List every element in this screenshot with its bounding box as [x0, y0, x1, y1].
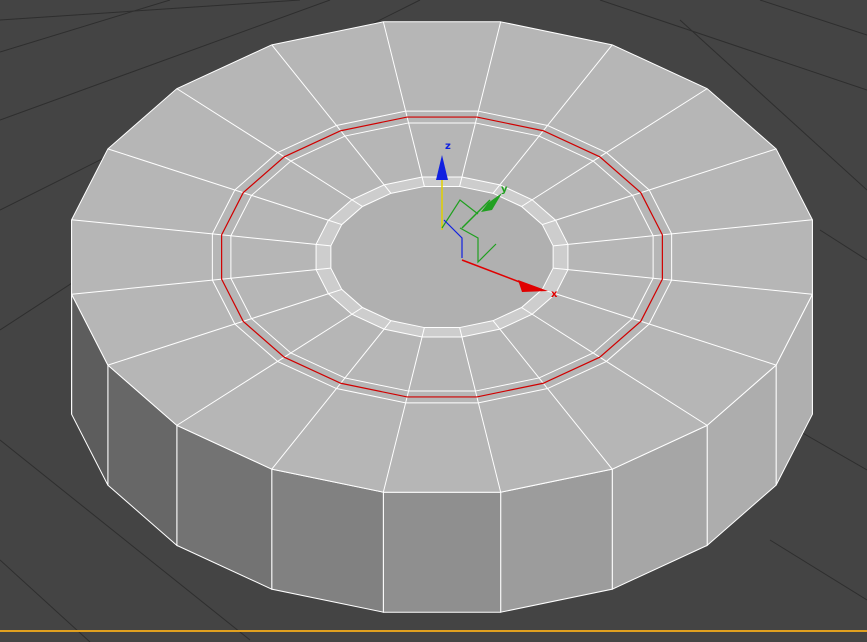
cylinder-side-face — [500, 468, 613, 613]
y-axis-label: y — [501, 184, 508, 195]
viewport-3d[interactable]: z y x — [0, 0, 867, 642]
cylinder-side-face — [382, 491, 502, 613]
cylinder-side-face — [271, 468, 384, 613]
x-axis-label: x — [551, 289, 558, 300]
active-viewport-border — [0, 630, 867, 632]
cylinder-mesh[interactable] — [71, 21, 813, 613]
z-axis-label: z — [445, 141, 451, 152]
viewport-canvas[interactable]: z y x — [0, 0, 867, 642]
